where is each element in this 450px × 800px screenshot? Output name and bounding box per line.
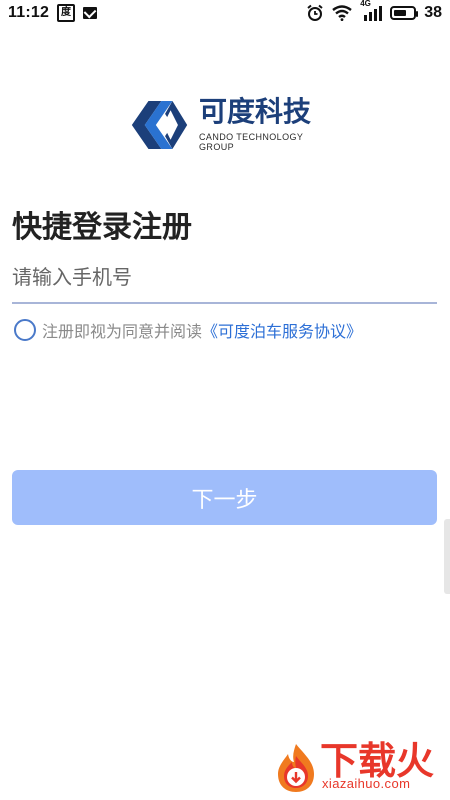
watermark-brand: 下载火 [320, 739, 435, 783]
cando-logo-icon [131, 101, 188, 149]
status-bar: 11:12 度 4G 38 [0, 0, 450, 26]
scroll-handle[interactable] [444, 519, 450, 594]
network-label: 4G [360, 0, 371, 8]
status-left: 11:12 度 [0, 4, 98, 22]
app-icon: 度 [57, 4, 76, 22]
agreement-row: 注册即视为同意并阅读 《可度泊车服务协议》 [14, 318, 362, 342]
status-right: 4G 38 [306, 0, 450, 22]
wifi-icon [332, 5, 352, 21]
next-button-label: 下一步 [191, 487, 258, 513]
watermark-url: xiazaihuo.com [322, 776, 411, 791]
service-agreement-link[interactable]: 《可度泊车服务协议》 [202, 318, 362, 342]
battery-level: 38 [424, 4, 442, 21]
signal-icon: 4G [360, 0, 383, 21]
agreement-text: 注册即视为同意并阅读 [42, 322, 203, 341]
battery-icon [390, 6, 419, 20]
logo-name-en: CANDO TECHNOLOGY GROUP [199, 132, 304, 152]
mail-icon [83, 7, 98, 19]
logo-name-cn: 可度科技 [199, 95, 312, 128]
watermark: 下载火 xiazaihuo.com [270, 742, 440, 796]
status-time: 11:12 [8, 4, 50, 21]
brand-logo: 可度科技 CANDO TECHNOLOGY GROUP [130, 95, 330, 155]
input-underline [12, 302, 437, 304]
alarm-icon [307, 4, 323, 21]
next-button[interactable]: 下一步 [12, 470, 437, 525]
logo-text: 可度科技 CANDO TECHNOLOGY GROUP [199, 95, 330, 153]
agree-radio[interactable] [14, 319, 36, 341]
flame-logo-icon [278, 744, 314, 792]
page-title: 快捷登录注册 [12, 210, 192, 245]
phone-number-input[interactable] [12, 257, 437, 297]
